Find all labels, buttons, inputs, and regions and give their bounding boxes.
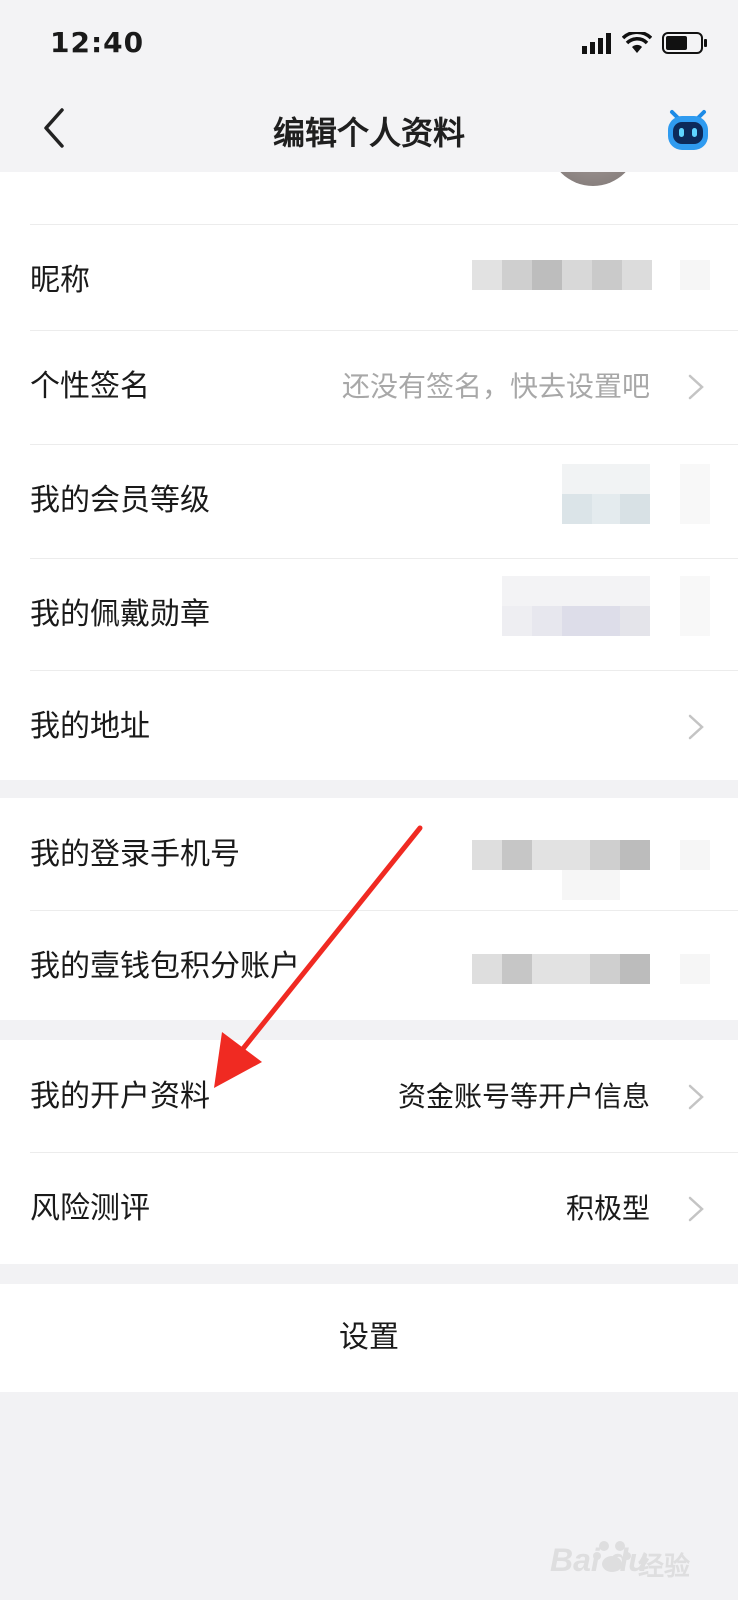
- status-time: 12:40: [50, 26, 145, 59]
- cellular-signal-icon: [582, 33, 611, 54]
- settings-button[interactable]: 设置: [0, 1284, 738, 1392]
- row-label: 风险测评: [30, 1191, 150, 1226]
- battery-icon: [662, 32, 707, 54]
- chevron-right-icon: [688, 374, 704, 400]
- row-login-phone[interactable]: 我的登录手机号: [0, 798, 738, 912]
- watermark-suffix: 经验: [638, 1552, 691, 1582]
- row-risk-assessment[interactable]: 风险测评 积极型: [0, 1152, 738, 1266]
- badges-value-redacted: [502, 576, 710, 636]
- chevron-right-icon: [688, 1084, 704, 1110]
- avatar-row[interactable]: [0, 172, 738, 224]
- row-address[interactable]: 我的地址: [0, 670, 738, 784]
- signature-placeholder: 还没有签名，快去设置吧: [341, 370, 650, 403]
- row-account-opening-info[interactable]: 我的开户资料 资金账号等开户信息: [0, 1040, 738, 1154]
- status-icons: [582, 30, 708, 56]
- chevron-right-icon: [688, 714, 704, 740]
- securities-section: 我的开户资料 资金账号等开户信息 风险测评 积极型: [0, 1040, 738, 1264]
- risk-level-value: 积极型: [565, 1192, 650, 1225]
- baidu-jingyan-watermark: Bai du 经验: [510, 1532, 710, 1592]
- row-label: 个性签名: [30, 369, 150, 404]
- nickname-value-redacted: [472, 260, 710, 290]
- status-bar: 12:40: [0, 0, 738, 88]
- row-label: 昵称: [30, 263, 90, 298]
- phone-value-redacted: [472, 840, 710, 900]
- membership-value-redacted: [530, 464, 710, 526]
- row-label: 我的会员等级: [30, 483, 210, 518]
- row-wallet-points[interactable]: 我的壹钱包积分账户: [0, 910, 738, 1024]
- avatar[interactable]: [548, 172, 638, 186]
- row-label: 我的壹钱包积分账户: [30, 949, 300, 984]
- page-title: 编辑个人资料: [272, 114, 465, 152]
- row-label: 我的地址: [30, 709, 150, 744]
- account-section: 我的登录手机号 我的壹钱包积分账户: [0, 798, 738, 1020]
- profile-section: 昵称 个性签名 还没有签名，快去设置吧 我的会员等级 我的佩戴勋章 我的地址: [0, 224, 738, 780]
- wallet-value-redacted: [472, 954, 710, 984]
- row-label: 我的登录手机号: [30, 837, 240, 872]
- wifi-icon: [622, 32, 652, 53]
- chevron-right-icon: [688, 1196, 704, 1222]
- robot-assistant-icon[interactable]: [664, 106, 712, 152]
- row-label: 我的佩戴勋章: [30, 597, 210, 632]
- row-label: 我的开户资料: [30, 1079, 210, 1114]
- account-opening-value: 资金账号等开户信息: [397, 1080, 650, 1113]
- row-badges[interactable]: 我的佩戴勋章: [0, 558, 738, 672]
- row-membership-level[interactable]: 我的会员等级: [0, 444, 738, 558]
- row-nickname[interactable]: 昵称: [0, 224, 738, 338]
- nav-bar: 编辑个人资料: [0, 88, 738, 172]
- watermark-brand: Bai du: [550, 1542, 648, 1578]
- divider: [30, 224, 738, 225]
- row-signature[interactable]: 个性签名 还没有签名，快去设置吧: [0, 330, 738, 444]
